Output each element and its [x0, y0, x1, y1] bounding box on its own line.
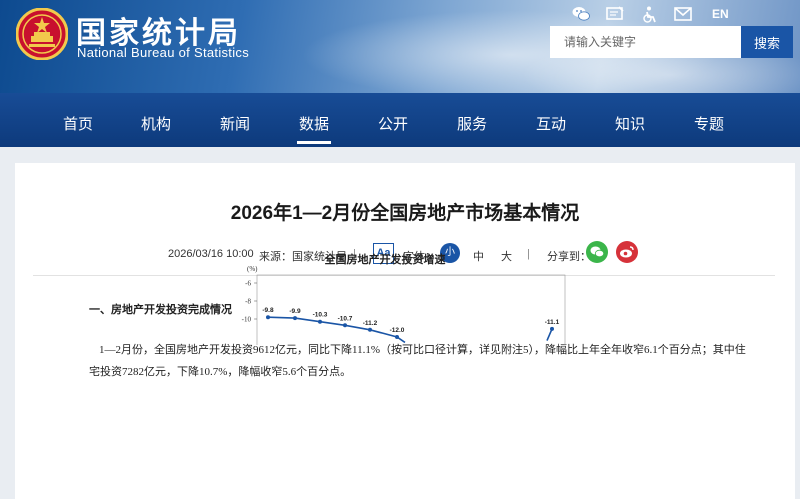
- data-label: -9.8: [262, 307, 274, 314]
- article-paragraph: 1—2月份，全国房地产开发投资9612亿元，同比下降11.1%（按可比口径计算，…: [89, 344, 746, 378]
- data-point: [395, 335, 399, 339]
- article-title: 2026年1—2月份全国房地产市场基本情况: [230, 203, 580, 224]
- nav-item-data[interactable]: 数据: [294, 93, 334, 147]
- nav-item-interaction[interactable]: 互动: [531, 93, 571, 147]
- language-switch-en[interactable]: EN: [712, 7, 729, 21]
- data-label: -10.3: [313, 312, 328, 319]
- search-input[interactable]: [550, 26, 741, 58]
- accessibility-icon[interactable]: [640, 5, 658, 23]
- investment-growth-chart: (%) -6 -8 -10 -9.8 -9.9 -10.3 -10.7 -11.2 -12.0 -1…: [242, 265, 566, 345]
- utility-icon-bar: EN: [572, 5, 729, 23]
- site-header: 国家统计局 National Bureau of Statistics EN 搜…: [0, 0, 800, 93]
- data-label: -9.9: [289, 308, 301, 315]
- data-label: -11.2: [363, 320, 378, 327]
- data-label: -10.7: [338, 315, 353, 322]
- nav-item-public[interactable]: 公开: [373, 93, 413, 147]
- data-point: [550, 326, 554, 331]
- mail-icon[interactable]: [674, 5, 692, 23]
- y-tick-label: -10: [242, 316, 252, 324]
- nav-item-topics[interactable]: 专题: [689, 93, 729, 147]
- plot-area-frame: [256, 274, 566, 345]
- message-icon[interactable]: [606, 5, 624, 23]
- nav-item-news[interactable]: 新闻: [215, 93, 255, 147]
- section-heading: 一、房地产开发投资完成情况: [89, 304, 232, 316]
- data-point: [343, 323, 347, 328]
- data-point: [368, 327, 372, 332]
- nav-item-organization[interactable]: 机构: [136, 93, 176, 147]
- nav-item-knowledge[interactable]: 知识: [610, 93, 650, 147]
- national-emblem-icon[interactable]: [16, 8, 68, 60]
- site-subtitle: National Bureau of Statistics: [77, 45, 250, 60]
- data-point: [318, 319, 322, 324]
- data-label: -12.0: [390, 327, 405, 334]
- y-tick-label: -8: [245, 298, 251, 306]
- data-point: [266, 315, 270, 320]
- main-nav: 首页 机构 新闻 数据 公开 服务 互动 知识 专题: [0, 93, 800, 147]
- y-tick-label: -6: [245, 280, 251, 288]
- search-button[interactable]: 搜索: [741, 26, 793, 58]
- nav-item-services[interactable]: 服务: [452, 93, 492, 147]
- search-bar: 搜索: [550, 26, 793, 58]
- series-line: [267, 316, 406, 344]
- wechat-icon[interactable]: [572, 5, 590, 23]
- data-point: [293, 316, 297, 321]
- y-axis-unit-label: (%): [247, 265, 258, 273]
- data-label: -11.1: [545, 319, 560, 326]
- nav-item-home[interactable]: 首页: [58, 93, 98, 147]
